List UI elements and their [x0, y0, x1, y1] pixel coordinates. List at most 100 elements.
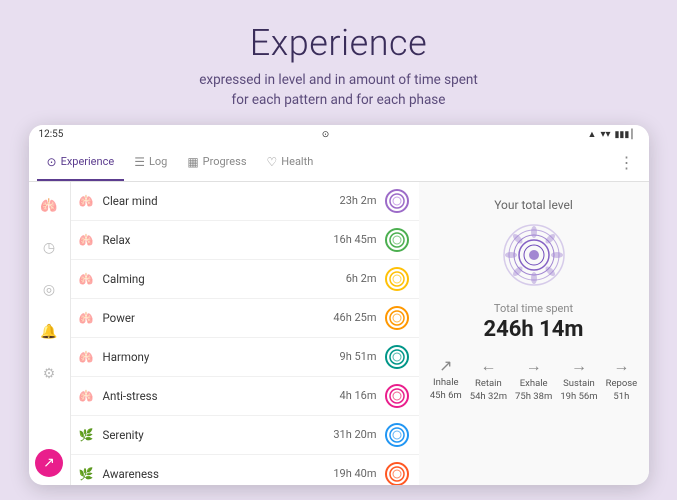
- status-icon-dot: ⊙: [322, 130, 330, 140]
- main-content: 🫁 ◷ ◎ 🔔 ⚙ ↗ 🫁 Clear mind 23h 2m 🫁 Relax …: [29, 182, 649, 485]
- phase-sustain: → Sustain 19h 56m: [560, 356, 597, 402]
- lung-icon-6: 🌿: [79, 428, 95, 442]
- battery-icon: ▮▮▮ ▏: [614, 130, 638, 140]
- pattern-time-1: 16h 45m: [327, 233, 377, 246]
- tab-health[interactable]: ♡ Health: [257, 145, 324, 181]
- tab-experience[interactable]: ⊙ Experience: [37, 145, 125, 181]
- tab-health-icon: ♡: [267, 155, 278, 169]
- right-panel: Your total level Total time spent 246h: [419, 182, 649, 485]
- pattern-name-7: Awareness: [103, 467, 327, 481]
- pattern-badge-5: [385, 384, 409, 408]
- lung-icon-0: 🫁: [79, 194, 95, 208]
- signal-icon: ▲: [588, 129, 597, 140]
- pattern-badge-6: [385, 423, 409, 447]
- sidebar-icon-lungs[interactable]: 🫁: [35, 192, 63, 220]
- pattern-row-7[interactable]: 🌿 Awareness 19h 40m: [71, 455, 419, 485]
- pattern-time-0: 23h 2m: [327, 194, 377, 207]
- tab-experience-label: Experience: [61, 155, 115, 168]
- pattern-name-5: Anti-stress: [103, 389, 327, 403]
- retain-name: Retain: [475, 378, 502, 389]
- status-bar-right: ▲ ▾▾ ▮▮▮ ▏: [588, 129, 639, 140]
- pattern-name-1: Relax: [103, 233, 327, 247]
- tab-experience-icon: ⊙: [47, 155, 57, 169]
- inhale-name: Inhale: [433, 377, 459, 388]
- pattern-name-2: Calming: [103, 272, 327, 286]
- pattern-time-4: 9h 51m: [327, 350, 377, 363]
- repose-arrow-icon: →: [613, 356, 629, 376]
- pattern-row-4[interactable]: 🫁 Harmony 9h 51m: [71, 338, 419, 377]
- pattern-row-0[interactable]: 🫁 Clear mind 23h 2m: [71, 182, 419, 221]
- tab-log-label: Log: [149, 155, 167, 168]
- wifi-icon: ▾▾: [600, 129, 610, 140]
- pattern-time-2: 6h 2m: [327, 272, 377, 285]
- pattern-row-2[interactable]: 🫁 Calming 6h 2m: [71, 260, 419, 299]
- pattern-time-7: 19h 40m: [327, 467, 377, 480]
- sustain-name: Sustain: [563, 378, 595, 389]
- phases-grid: ↗ Inhale 45h 6m ← Retain 54h 32m → Exhal…: [430, 356, 637, 402]
- pattern-name-0: Clear mind: [103, 194, 327, 208]
- sidebar-icon-bell[interactable]: 🔔: [35, 318, 63, 346]
- phase-repose: → Repose 51h: [606, 356, 638, 402]
- total-time-value: 246h 14m: [484, 317, 584, 342]
- phase-exhale: → Exhale 75h 38m: [515, 356, 552, 402]
- tab-progress[interactable]: ▦ Progress: [177, 145, 256, 181]
- pattern-row-1[interactable]: 🫁 Relax 16h 45m: [71, 221, 419, 260]
- pattern-row-5[interactable]: 🫁 Anti-stress 4h 16m: [71, 377, 419, 416]
- lung-icon-1: 🫁: [79, 233, 95, 247]
- exhale-name: Exhale: [520, 378, 548, 389]
- hero-section: Experience expressed in level and in amo…: [179, 0, 498, 125]
- fab-button[interactable]: ↗: [35, 449, 63, 477]
- sidebar-icon-target[interactable]: ◎: [35, 276, 63, 304]
- status-bar: 12:55 ⊙ ▲ ▾▾ ▮▮▮ ▏: [29, 125, 649, 145]
- phase-retain: ← Retain 54h 32m: [470, 356, 507, 402]
- total-time-label: Total time spent: [494, 302, 573, 315]
- lung-icon-3: 🫁: [79, 311, 95, 325]
- tab-progress-label: Progress: [203, 155, 247, 168]
- more-menu-button[interactable]: ⋮: [613, 153, 641, 172]
- retain-arrow-icon: ←: [480, 356, 496, 376]
- sidebar: 🫁 ◷ ◎ 🔔 ⚙ ↗: [29, 182, 71, 485]
- hero-subtitle: expressed in level and in amount of time…: [199, 70, 478, 111]
- phone-container: 12:55 ⊙ ▲ ▾▾ ▮▮▮ ▏ ⊙ Experience ☰ Log ▦ …: [29, 125, 649, 485]
- pattern-badge-1: [385, 228, 409, 252]
- pattern-row-3[interactable]: 🫁 Power 46h 25m: [71, 299, 419, 338]
- pattern-name-4: Harmony: [103, 350, 327, 364]
- lung-icon-2: 🫁: [79, 272, 95, 286]
- sidebar-icon-sliders[interactable]: ⚙: [35, 360, 63, 388]
- pattern-badge-3: [385, 306, 409, 330]
- mandala-graphic: [499, 220, 569, 290]
- repose-time: 51h: [613, 391, 629, 402]
- pattern-name-3: Power: [103, 311, 327, 325]
- retain-time: 54h 32m: [470, 391, 507, 402]
- sidebar-icon-timer[interactable]: ◷: [35, 234, 63, 262]
- pattern-badge-7: [385, 462, 409, 485]
- pattern-badge-4: [385, 345, 409, 369]
- tab-health-label: Health: [281, 155, 313, 168]
- exhale-time: 75h 38m: [515, 391, 552, 402]
- pattern-badge-2: [385, 267, 409, 291]
- pattern-time-5: 4h 16m: [327, 389, 377, 402]
- pattern-time-6: 31h 20m: [327, 428, 377, 441]
- pattern-name-6: Serenity: [103, 428, 327, 442]
- status-time: 12:55: [39, 129, 64, 140]
- hero-title: Experience: [199, 22, 478, 64]
- tab-log[interactable]: ☰ Log: [124, 145, 177, 181]
- pattern-badge-0: [385, 189, 409, 213]
- exhale-arrow-icon: →: [526, 356, 542, 376]
- pattern-list: 🫁 Clear mind 23h 2m 🫁 Relax 16h 45m 🫁 Ca…: [71, 182, 419, 485]
- sustain-arrow-icon: →: [571, 356, 587, 376]
- tab-log-icon: ☰: [134, 155, 145, 169]
- inhale-time: 45h 6m: [430, 390, 462, 401]
- repose-name: Repose: [606, 378, 638, 389]
- pattern-row-6[interactable]: 🌿 Serenity 31h 20m: [71, 416, 419, 455]
- sustain-time: 19h 56m: [560, 391, 597, 402]
- inhale-arrow-icon: ↗: [439, 356, 452, 375]
- phase-inhale: ↗ Inhale 45h 6m: [430, 356, 462, 402]
- lung-icon-7: 🌿: [79, 467, 95, 481]
- pattern-time-3: 46h 25m: [327, 311, 377, 324]
- lung-icon-4: 🫁: [79, 350, 95, 364]
- lung-icon-5: 🫁: [79, 389, 95, 403]
- tab-bar: ⊙ Experience ☰ Log ▦ Progress ♡ Health ⋮: [29, 145, 649, 182]
- tab-progress-icon: ▦: [187, 155, 198, 169]
- level-label: Your total level: [494, 198, 573, 212]
